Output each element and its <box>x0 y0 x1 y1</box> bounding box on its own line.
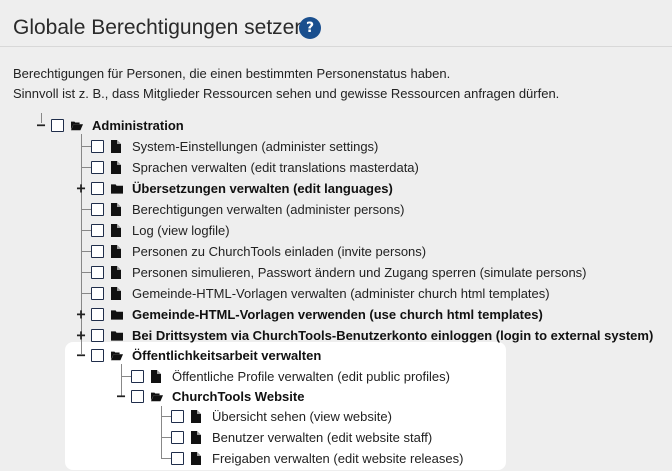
permission-checkbox[interactable] <box>171 451 184 465</box>
tree-node-edit-public-profiles[interactable]: Öffentliche Profile verwalten (edit publ… <box>115 366 450 386</box>
tree-node-edit-languages[interactable]: + Übersetzungen verwalten (edit language… <box>75 178 393 198</box>
tree-node-view-website[interactable]: Übersicht sehen (view website) <box>155 406 392 426</box>
expand-toggle[interactable]: + <box>75 180 87 196</box>
tree-node-label: Personen simulieren, Passwort ändern und… <box>132 264 587 280</box>
page-title: Globale Berechtigungen setzen <box>13 16 307 39</box>
folder-icon <box>111 307 123 321</box>
tree-node-label: Bei Drittsystem via ChurchTools-Benutzer… <box>132 327 654 343</box>
tree-node-invite-persons[interactable]: Personen zu ChurchTools einladen (invite… <box>75 241 426 261</box>
tree-node-label: ChurchTools Website <box>172 388 305 404</box>
file-icon <box>191 430 203 444</box>
tree-node-churchtools-website[interactable]: − ChurchTools Website <box>115 386 304 406</box>
tree-node-label: Übersetzungen verwalten (edit languages) <box>132 180 393 196</box>
tree-node-label: Benutzer verwalten (edit website staff) <box>212 429 433 445</box>
tree-node-system-settings[interactable]: System-Einstellungen (administer setting… <box>75 136 378 156</box>
tree-node-label: Personen zu ChurchTools einladen (invite… <box>132 243 427 259</box>
tree-node-label: Gemeinde-HTML-Vorlagen verwalten (admini… <box>132 285 550 301</box>
tree-node-label: Sprachen verwalten (edit translations ma… <box>132 159 419 175</box>
permission-checkbox[interactable] <box>131 369 144 383</box>
tree-node-label: Übersicht sehen (view website) <box>212 408 392 424</box>
folder-open-icon <box>111 348 123 362</box>
tree-node-label: Berechtigungen verwalten (administer per… <box>132 201 405 217</box>
tree-node-label: Log (view logfile) <box>132 222 230 238</box>
permission-checkbox[interactable] <box>131 389 144 403</box>
tree-node-administer-persons[interactable]: Berechtigungen verwalten (administer per… <box>75 199 404 219</box>
tree-node-label: Öffentlichkeitsarbeit verwalten <box>132 347 322 363</box>
folder-open-icon <box>71 118 83 132</box>
file-icon <box>111 223 123 237</box>
file-icon <box>111 265 123 279</box>
tree-node-edit-website-staff[interactable]: Benutzer verwalten (edit website staff) <box>155 427 432 447</box>
file-icon <box>111 286 123 300</box>
file-icon <box>191 409 203 423</box>
permission-checkbox[interactable] <box>51 118 64 132</box>
help-icon[interactable]: ? <box>299 17 321 39</box>
tree-node-simulate-persons[interactable]: Personen simulieren, Passwort ändern und… <box>75 262 587 282</box>
tree-node-translations-masterdata[interactable]: Sprachen verwalten (edit translations ma… <box>75 157 419 177</box>
permission-checkbox[interactable] <box>91 286 104 300</box>
tree-node-public-relations[interactable]: − Öffentlichkeitsarbeit verwalten <box>75 345 321 365</box>
collapse-toggle[interactable]: − <box>115 388 127 404</box>
file-icon <box>191 451 203 465</box>
tree-node-administration[interactable]: − Administration <box>35 115 184 135</box>
permission-checkbox[interactable] <box>91 139 104 153</box>
permission-checkbox[interactable] <box>91 348 104 362</box>
permission-checkbox[interactable] <box>91 307 104 321</box>
file-icon <box>111 202 123 216</box>
tree-node-label: System-Einstellungen (administer setting… <box>132 138 379 154</box>
collapse-toggle[interactable]: − <box>35 117 47 133</box>
tree-node-use-html-templates[interactable]: + Gemeinde-HTML-Vorlagen verwenden (use … <box>75 304 543 324</box>
permission-checkbox[interactable] <box>171 430 184 444</box>
tree-node-login-external-system[interactable]: + Bei Drittsystem via ChurchTools-Benutz… <box>75 325 653 345</box>
tree-node-label: Öffentliche Profile verwalten (edit publ… <box>172 368 450 384</box>
file-icon <box>111 160 123 174</box>
tree-node-administer-html-templates[interactable]: Gemeinde-HTML-Vorlagen verwalten (admini… <box>75 283 550 303</box>
title-divider <box>0 46 672 47</box>
tree-node-edit-website-releases[interactable]: Freigaben verwalten (edit website releas… <box>155 448 463 468</box>
permission-checkbox[interactable] <box>91 244 104 258</box>
permission-checkbox[interactable] <box>91 202 104 216</box>
collapse-toggle[interactable]: − <box>75 347 87 363</box>
permission-checkbox[interactable] <box>171 409 184 423</box>
description-line-1: Berechtigungen für Personen, die einen b… <box>13 66 451 81</box>
permission-checkbox[interactable] <box>91 265 104 279</box>
permission-checkbox[interactable] <box>91 160 104 174</box>
expand-toggle[interactable]: + <box>75 327 87 343</box>
tree-node-label: Freigaben verwalten (edit website releas… <box>212 450 464 466</box>
permission-checkbox[interactable] <box>91 181 104 195</box>
file-icon <box>111 244 123 258</box>
folder-icon <box>111 328 123 342</box>
permission-checkbox[interactable] <box>91 328 104 342</box>
tree-node-view-logfile[interactable]: Log (view logfile) <box>75 220 230 240</box>
folder-icon <box>111 181 123 195</box>
expand-toggle[interactable]: + <box>75 306 87 322</box>
permission-checkbox[interactable] <box>91 223 104 237</box>
file-icon <box>111 139 123 153</box>
tree-node-label: Gemeinde-HTML-Vorlagen verwenden (use ch… <box>132 306 543 322</box>
description-line-2: Sinnvoll ist z. B., dass Mitglieder Ress… <box>13 86 560 101</box>
folder-open-icon <box>151 389 163 403</box>
file-icon <box>151 369 163 383</box>
tree-node-label: Administration <box>92 117 184 133</box>
